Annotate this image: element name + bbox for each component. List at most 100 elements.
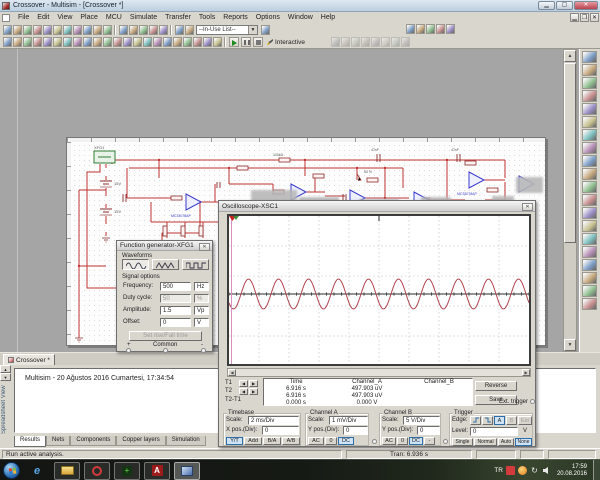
indicator-button[interactable] (103, 37, 112, 47)
menu-transfer[interactable]: Transfer (161, 14, 195, 21)
power-button[interactable] (93, 37, 102, 47)
tab-copper-layers[interactable]: Copper layers (116, 436, 165, 446)
edge-rising-icon[interactable] (470, 416, 481, 425)
timebase-scale-input[interactable]: 2 ms/Div (248, 416, 299, 425)
undo-button[interactable] (93, 25, 102, 35)
edge-falling-icon[interactable] (482, 416, 493, 425)
battery-v2[interactable]: 15V (100, 209, 121, 215)
electromechanical-button[interactable] (143, 37, 152, 47)
paste-button[interactable] (83, 25, 92, 35)
menu-simulate[interactable]: Simulate (126, 14, 161, 21)
language-indicator[interactable]: TR (494, 467, 503, 474)
offset-input[interactable]: 0 (160, 318, 191, 327)
agilent-oscilloscope-button[interactable] (582, 259, 597, 271)
mcu-button[interactable] (163, 37, 172, 47)
scope-hscrollbar[interactable]: ◀ ▶ (227, 368, 531, 377)
multisim-taskbar-icon[interactable] (174, 462, 200, 480)
channel-a-zero-button[interactable]: 0 (325, 437, 337, 445)
advanced-peripherals-button[interactable] (123, 37, 132, 47)
connector-button[interactable] (153, 37, 162, 47)
offset-unit[interactable]: V (194, 318, 209, 327)
word-generator-button[interactable] (582, 142, 597, 154)
pause-simulation-button[interactable] (241, 37, 251, 47)
ba-mode-button[interactable]: B/A (263, 437, 281, 445)
triangle-wave-button[interactable] (152, 259, 179, 270)
zoom-fit-button[interactable] (436, 24, 445, 34)
sine-wave-button[interactable] (122, 259, 149, 270)
minimize-button[interactable]: ▁ (538, 1, 555, 10)
scrollbar-thumb[interactable] (564, 63, 576, 243)
t1-right-button[interactable]: ▶ (249, 380, 258, 387)
panel-expand-button[interactable]: ▲ (0, 365, 11, 373)
tray-volume-icon[interactable] (542, 466, 551, 475)
copy-button[interactable] (73, 25, 82, 35)
reverse-button[interactable]: Reverse (475, 381, 517, 391)
channel-a-ac-button[interactable]: AC (308, 437, 324, 445)
mixed-button[interactable] (83, 37, 92, 47)
function-generator-dialog[interactable]: Function generator-XFG1 ✕ Waveforms Sign… (116, 240, 213, 352)
menu-tools[interactable]: Tools (195, 14, 219, 21)
oscilloscope-window[interactable]: Oscilloscope-XSC1 ✕ ◀ ▶ T1 T2 T2-T1 ◀ ▶ … (218, 200, 536, 447)
trigger-level-input[interactable]: 0 (470, 427, 518, 436)
cut-button[interactable] (63, 25, 72, 35)
yt-mode-button[interactable]: Y/T (226, 437, 243, 445)
channel-b-minus-button[interactable]: - (424, 437, 435, 445)
tray-flag-icon[interactable] (506, 466, 515, 475)
maximize-button[interactable]: ▢ (556, 1, 573, 10)
mdi-restore-button[interactable]: ❐ (580, 13, 589, 22)
menu-help[interactable]: Help (317, 14, 339, 21)
text-button[interactable] (193, 37, 202, 47)
show-desktop-button[interactable] (593, 460, 600, 480)
in-use-list-dropdown[interactable]: --In-Use List--▼ (196, 25, 258, 35)
logic-converter-button[interactable] (582, 155, 597, 167)
fgen-title-bar[interactable]: Function generator-XFG1 ✕ (117, 241, 212, 251)
menu-view[interactable]: View (53, 14, 76, 21)
scroll-right-button[interactable]: ▶ (522, 369, 530, 376)
terminal-common[interactable] (163, 348, 168, 353)
clock[interactable]: 17:59 20.08.2016 (557, 464, 587, 478)
misc-button[interactable] (113, 37, 122, 47)
multimeter-button[interactable] (582, 51, 597, 63)
ab-mode-button[interactable]: A/B (282, 437, 300, 445)
scroll-down-button[interactable]: ▼ (564, 339, 576, 351)
transistor-button[interactable] (33, 37, 42, 47)
bus-button[interactable] (183, 37, 192, 47)
t2-right-button[interactable]: ▶ (249, 388, 258, 395)
mdi-close-button[interactable]: ✕ (590, 13, 599, 22)
wattmeter-button[interactable] (582, 77, 597, 89)
component-wizard-button[interactable] (261, 25, 270, 35)
frequency-counter-button[interactable] (582, 129, 597, 141)
agilent-multimeter-button[interactable] (582, 246, 597, 258)
new-button[interactable] (3, 25, 12, 35)
misc-digital-button[interactable] (73, 37, 82, 47)
redo-button[interactable] (103, 25, 112, 35)
iv-analyzer-button[interactable] (582, 181, 597, 193)
amplitude-input[interactable]: 1.5 (160, 306, 191, 315)
ext-trigger-radio[interactable] (530, 399, 535, 404)
menu-file[interactable]: File (14, 14, 33, 21)
tab-nets[interactable]: Nets (46, 436, 70, 446)
trigger-none-button[interactable]: None (515, 438, 532, 446)
stop-simulation-button[interactable] (253, 37, 263, 47)
trigger-auto-button[interactable]: Auto (498, 438, 514, 446)
spectrum-analyzer-button[interactable] (582, 207, 597, 219)
analog-button[interactable] (43, 37, 52, 47)
tektronix-oscilloscope-button[interactable] (582, 272, 597, 284)
document-system-icon[interactable] (2, 14, 10, 22)
amplitude-unit[interactable]: Vp (194, 306, 209, 315)
basic-button[interactable] (13, 37, 22, 47)
measurement-probe-button[interactable] (582, 285, 597, 297)
battery-v1[interactable]: 15V (100, 181, 121, 187)
tab-components[interactable]: Components (70, 436, 116, 446)
four-channel-oscilloscope-button[interactable] (582, 103, 597, 115)
agilent-function-generator-button[interactable] (582, 233, 597, 245)
bode-plotter-button[interactable] (582, 116, 597, 128)
channel-a-dc-button[interactable]: DC (338, 437, 354, 445)
channel-a-pos-input[interactable]: 0 (343, 426, 368, 435)
postprocessor-button[interactable] (175, 25, 184, 35)
rf-button[interactable] (133, 37, 142, 47)
channel-b-ac-button[interactable]: AC (382, 437, 396, 445)
print-button[interactable] (43, 25, 52, 35)
timebase-pos-input[interactable]: 0 (262, 426, 299, 435)
security-app-icon[interactable]: + (114, 462, 140, 480)
